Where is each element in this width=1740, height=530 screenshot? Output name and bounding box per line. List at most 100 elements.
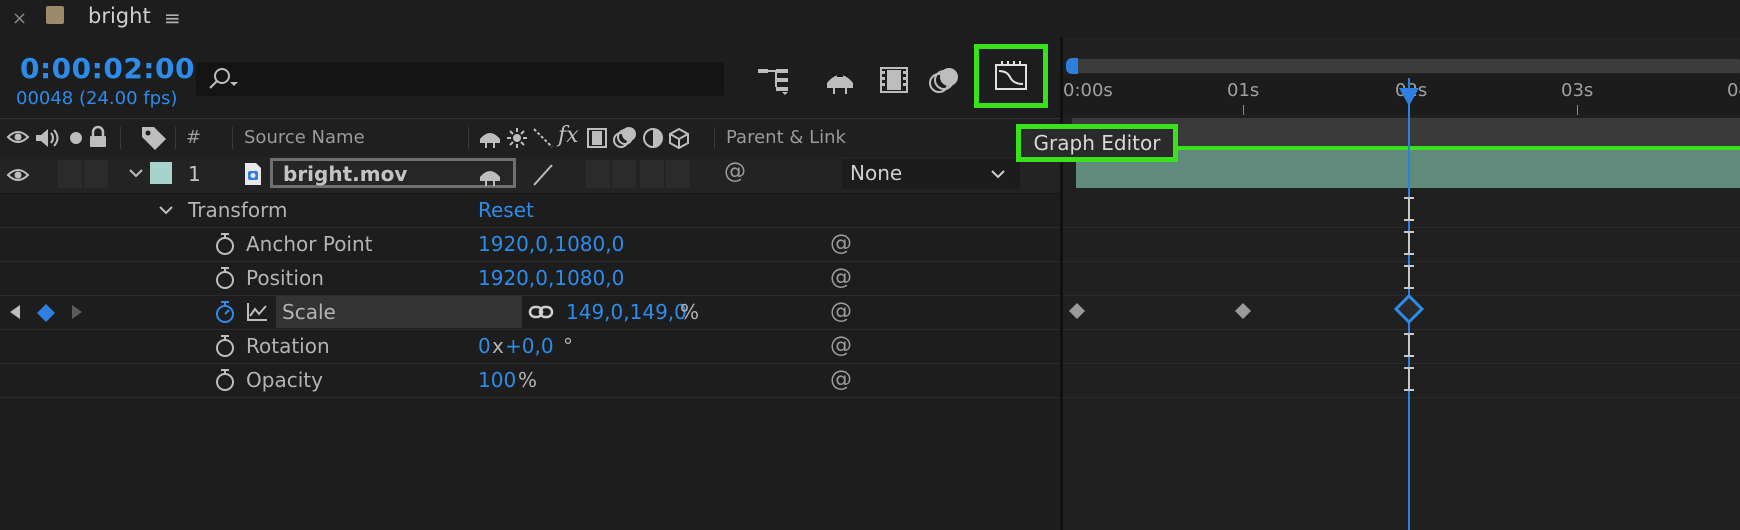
search-icon [206,67,240,91]
solo-icon[interactable] [68,130,84,146]
chevron-down-icon [990,167,1006,181]
property-unit: % [518,368,538,392]
property-row-anchor-point: Anchor Point 1920,0,1080,0 @ [0,228,1060,262]
quality-icon [532,127,554,149]
parent-select-value: None [850,161,903,185]
property-row-opacity: Opacity 100 % @ [0,364,1060,398]
expression-spiral-icon[interactable]: @ [830,299,852,324]
shy-switch[interactable] [478,165,502,187]
shy-toggle-button[interactable] [818,58,862,102]
graph-editor-tooltip: Graph Editor [1016,124,1178,162]
frame-blending-button[interactable] [872,58,916,102]
audio-icon[interactable] [34,127,60,149]
parent-link-header[interactable]: Parent & Link [726,127,846,148]
layer-label-color[interactable] [150,162,172,184]
stopwatch-icon[interactable] [214,368,236,392]
chevron-down-icon[interactable] [158,202,174,218]
close-tab-button[interactable]: × [12,8,27,29]
layer-visibility-icon[interactable] [6,165,30,185]
rotation-x-separator: x [492,334,504,358]
frame-info: 00048 (24.00 fps) [16,88,178,109]
quality-switch[interactable] [532,163,554,187]
motion-blur-switch[interactable] [640,160,664,188]
property-value[interactable]: 1920,0,1080,0 [478,266,624,290]
ruler-label: 0:00s [1063,80,1113,101]
next-keyframe-icon[interactable] [70,304,84,320]
property-label: Anchor Point [246,232,373,256]
keyframe-selected-diamond[interactable] [1394,294,1424,324]
adjustment-layer-icon [642,127,664,149]
property-label: Rotation [246,334,330,358]
source-name-header[interactable]: Source Name [244,127,365,148]
graph-toggle-icon[interactable] [246,302,268,322]
property-value[interactable]: 100 [478,368,516,392]
constrain-proportions-link-icon[interactable] [528,304,554,320]
frame-blend-switch[interactable] [612,160,636,188]
solo-switch[interactable] [84,160,108,188]
keyframe-diamond[interactable] [1234,302,1252,320]
ruler-label: 01s [1227,80,1260,101]
property-time-marker [1402,332,1416,358]
expression-spiral-icon[interactable]: @ [830,231,852,256]
add-keyframe-icon[interactable] [36,303,56,323]
property-unit: % [680,300,700,324]
search-input[interactable] [196,62,724,96]
flowchart-icon [756,65,792,95]
film-strip-icon [877,65,911,95]
comp-flowchart-button[interactable] [752,58,796,102]
property-label: Position [246,266,324,290]
graph-editor-button[interactable] [974,44,1048,108]
layer-name: bright.mov [283,162,408,186]
chevron-down-icon[interactable] [128,165,144,181]
current-time-indicator-head[interactable] [1398,86,1420,108]
property-value[interactable]: 149,0,149,0 [566,300,687,324]
stopwatch-icon[interactable] [214,266,236,290]
shy-switch-icon [478,127,502,149]
work-area-bar[interactable] [1072,59,1740,73]
property-time-marker [1402,264,1416,290]
transform-group-row[interactable]: Transform Reset [0,194,1060,228]
lock-icon[interactable] [88,125,108,149]
property-time-marker [1402,196,1416,222]
property-label: Opacity [246,368,323,392]
frame-blend-switch-icon [586,127,608,149]
reset-link[interactable]: Reset [478,198,534,222]
layer-number-header: # [186,127,202,148]
fx-switch[interactable] [586,160,610,188]
panel-tab-bar: × bright ≡ [0,0,1740,38]
effects-fx-icon: fx [558,123,579,148]
property-value[interactable]: 1920,0,1080,0 [478,232,624,256]
ruler-tick [1243,105,1244,115]
footage-file-icon [242,162,264,186]
rotation-revolutions[interactable]: 0 [478,334,491,358]
current-time-display[interactable]: 0:00:02:00 [20,52,195,85]
composition-tab-title[interactable]: bright [88,4,151,28]
ruler-label: 04 [1727,80,1740,101]
3d-layer-icon [668,127,690,149]
layer-row[interactable]: 1 bright.mov @ None [0,157,1060,194]
video-visibility-icon[interactable] [6,127,30,147]
pick-whip-icon[interactable]: @ [724,159,746,184]
stopwatch-icon[interactable] [214,334,236,358]
expression-spiral-icon[interactable]: @ [830,367,852,392]
expression-spiral-icon[interactable]: @ [830,333,852,358]
parent-select[interactable]: None [842,159,1020,189]
panel-menu-icon[interactable]: ≡ [164,6,181,30]
property-row-scale: Scale 149,0,149,0 % @ [0,296,1060,330]
keyframe-diamond[interactable] [1068,302,1086,320]
work-area-start-handle[interactable] [1066,58,1078,74]
previous-keyframe-icon[interactable] [8,304,22,320]
ruler-tick [1577,105,1578,115]
audio-switch[interactable] [58,160,82,188]
motion-blur-button[interactable] [922,58,966,102]
layer-number: 1 [188,162,201,186]
stopwatch-active-icon[interactable] [214,300,236,324]
label-tag-icon[interactable] [140,125,168,151]
motion-blur-switch-icon [612,125,638,149]
property-value[interactable]: +0,0 [505,334,554,358]
shy-icon [823,65,857,95]
composition-color-swatch [46,6,64,24]
expression-spiral-icon[interactable]: @ [830,265,852,290]
stopwatch-icon[interactable] [214,232,236,256]
3d-switch[interactable] [666,160,690,188]
